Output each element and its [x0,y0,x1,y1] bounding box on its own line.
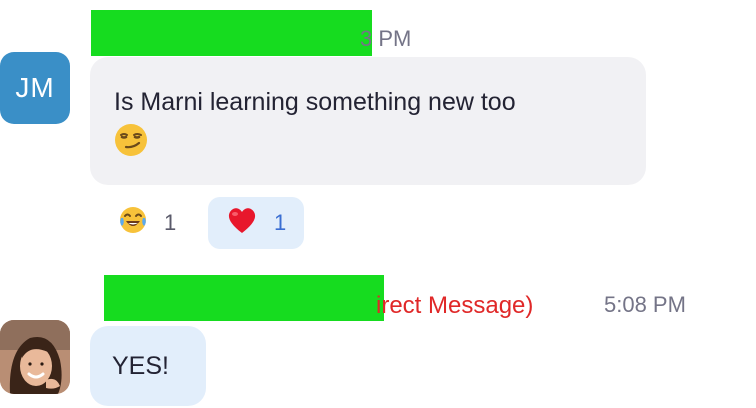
redaction-bar [91,10,372,56]
message-text: Is Marni learning something new too [114,88,516,116]
reaction-count: 1 [164,210,177,235]
reaction-count: 1 [274,210,287,235]
redaction-bar [104,275,384,321]
message-text: YES! [112,352,169,380]
avatar-initials: JM [15,72,55,103]
message-timestamp: 3 PM [360,26,412,51]
tears-of-joy-emoji-icon [118,205,148,241]
message-bubble[interactable]: Is Marni learning something new too [90,57,646,185]
smirking-face-emoji-icon [114,123,148,157]
reaction-heart[interactable]: 1 [208,197,304,249]
avatar[interactable] [0,320,70,394]
message-timestamp: 5:08 PM [604,292,686,317]
avatar-photo-image [0,320,70,394]
message-bubble[interactable]: YES! [90,326,206,406]
red-heart-emoji-icon [226,205,258,241]
reaction-laugh[interactable]: 1 [108,198,186,248]
avatar[interactable]: JM [0,52,70,124]
direct-message-label: irect Message) [376,292,534,319]
